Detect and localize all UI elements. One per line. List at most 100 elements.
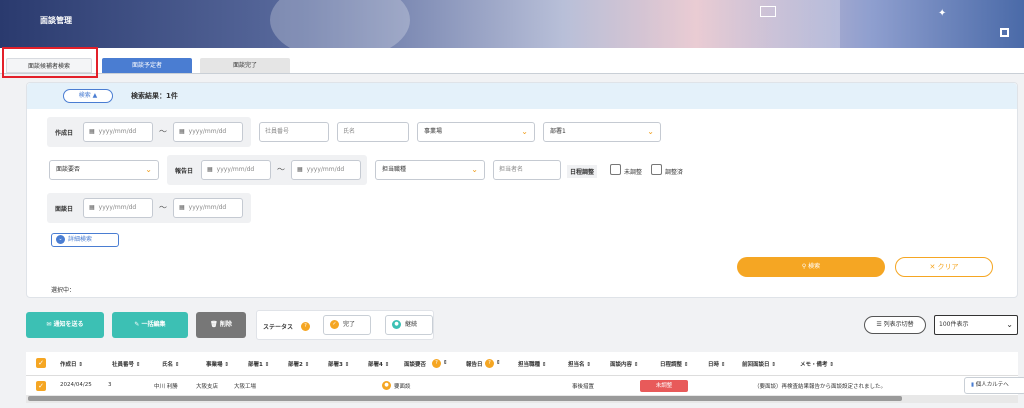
range-separator: 〜: [159, 127, 167, 136]
col-office[interactable]: 事業場 ⇕: [206, 360, 229, 368]
chevron-down-circle-icon: ⌄: [56, 235, 65, 244]
column-toggle-button[interactable]: ☰ 列表示切替: [864, 316, 926, 334]
continue-button[interactable]: ● 継続: [385, 315, 433, 335]
highlight-box: [2, 47, 98, 78]
col-need-sort[interactable]: ⇕: [443, 360, 448, 366]
edit-icon: ✎: [134, 321, 142, 328]
interview-need-select[interactable]: 面談要否 ⌄: [49, 160, 159, 180]
staff-name-input[interactable]: 担当者名: [493, 160, 561, 180]
gear-icon: ✦: [938, 8, 947, 19]
job-type-select[interactable]: 担当職種 ⌄: [375, 160, 485, 180]
schedule-label: 日程調整: [567, 165, 598, 178]
created-date-group: 作成日 ▦ yyyy/mm/dd 〜 ▦ yyyy/mm/dd: [47, 117, 251, 147]
status-group: ステータス ? ✓ 完了 ● 継続: [256, 310, 434, 340]
window-icon: [1000, 28, 1009, 37]
page-title: 面談管理: [40, 16, 72, 25]
app-header: 面談管理 ✦: [0, 0, 1024, 48]
tab-bar: 面談候補者検索 面談予定者 面談完了: [0, 48, 1024, 74]
col-created[interactable]: 作成日 ⇕: [60, 360, 83, 368]
horizontal-scrollbar-thumb[interactable]: [28, 396, 902, 401]
status-label: ステータス: [263, 324, 294, 331]
chevron-down-icon: ⌄: [145, 165, 152, 174]
search-button[interactable]: ⚲ 検索: [737, 257, 885, 277]
help-icon: ?: [485, 359, 494, 368]
calendar-icon: ▦: [179, 128, 185, 135]
search-panel-header: 検索 ▲ 検索結果：1件: [27, 83, 1017, 109]
col-report-sort[interactable]: ⇕: [496, 360, 501, 366]
cell-staff: 事後措置: [572, 384, 595, 390]
report-date-to[interactable]: ▦ yyyy/mm/dd: [291, 160, 361, 180]
unadjusted-label: 未調整: [624, 169, 643, 176]
cell-dept1: 大阪工場: [234, 384, 257, 390]
chevron-down-icon: ⌄: [1006, 320, 1013, 329]
interview-date-group: 面談日 ▦ yyyy/mm/dd 〜 ▦ yyyy/mm/dd: [47, 193, 251, 223]
calendar-icon: ▦: [89, 128, 95, 135]
page-size-select[interactable]: 100件表示 ⌄: [934, 315, 1018, 335]
calendar-icon: ▦: [297, 166, 303, 173]
trash-icon: 🗑: [210, 321, 220, 328]
created-date-to[interactable]: ▦ yyyy/mm/dd: [173, 122, 243, 142]
col-job-type[interactable]: 担当職種 ⇕: [518, 360, 547, 368]
chevron-down-icon: ⌄: [471, 165, 478, 174]
name-input[interactable]: 氏名: [337, 122, 409, 142]
table-header: ✓ 作成日 ⇕ 社員番号 ⇕ 氏名 ⇕ 事業場 ⇕ 部署1 ⇕ 部署2 ⇕ 部署…: [26, 352, 1018, 376]
cell-need: 要面談: [394, 384, 411, 390]
range-separator: 〜: [159, 203, 167, 212]
created-date-from[interactable]: ▦ yyyy/mm/dd: [83, 122, 153, 142]
header-decoration: [270, 0, 410, 48]
search-toggle-button[interactable]: 検索 ▲: [63, 89, 113, 103]
adjusted-checkbox[interactable]: [651, 164, 662, 175]
col-schedule[interactable]: 日程調整 ⇕: [660, 360, 689, 368]
col-name[interactable]: 氏名 ⇕: [162, 360, 180, 368]
bulk-edit-button[interactable]: ✎ 一括編集: [112, 312, 188, 338]
tab-completed[interactable]: 面談完了: [200, 58, 290, 73]
calendar-icon: ▦: [207, 166, 213, 173]
mail-icon: ✉: [46, 321, 54, 328]
range-separator: 〜: [277, 165, 285, 174]
report-date-from[interactable]: ▦ yyyy/mm/dd: [201, 160, 271, 180]
schedule-filter: 日程調整 未調整 調整済: [567, 161, 687, 179]
interview-date-from[interactable]: ▦ yyyy/mm/dd: [83, 198, 153, 218]
col-report-date[interactable]: 報告日: [466, 360, 483, 368]
col-staff[interactable]: 担当名 ⇕: [568, 360, 591, 368]
col-dept1[interactable]: 部署1 ⇕: [248, 360, 269, 368]
table-row[interactable]: ✓ 2024/04/25 3 中川 利勝 大阪支店 大阪工場 ● 要面談 事後措…: [26, 376, 1024, 396]
calendar-icon: ▦: [179, 204, 185, 211]
mail-icon: [760, 6, 776, 17]
continue-icon: ●: [392, 320, 401, 329]
list-icon: ☰: [876, 321, 884, 328]
calendar-icon: ▦: [89, 204, 95, 211]
col-content[interactable]: 面談内容 ⇕: [610, 360, 639, 368]
office-select[interactable]: 事業場 ⌄: [417, 122, 535, 142]
check-icon: ✓: [330, 320, 339, 329]
personal-chart-button[interactable]: ▮ 個人カルテへ: [964, 377, 1024, 394]
complete-button[interactable]: ✓ 完了: [323, 315, 371, 335]
selection-status: 選択中：: [51, 287, 76, 294]
col-dept4[interactable]: 部署4 ⇕: [368, 360, 389, 368]
adjusted-label: 調整済: [665, 169, 684, 176]
col-memo[interactable]: メモ・備考 ⇕: [800, 360, 834, 368]
col-dept3[interactable]: 部署3 ⇕: [328, 360, 349, 368]
close-icon: ✕: [929, 263, 938, 271]
col-need[interactable]: 面談要否: [404, 360, 426, 368]
advanced-search-button[interactable]: ⌄ 詳細検索: [51, 233, 119, 247]
header-decoration: [640, 0, 840, 48]
unadjusted-checkbox[interactable]: [610, 164, 621, 175]
delete-button[interactable]: 🗑 削除: [196, 312, 246, 338]
report-date-group: 報告日 ▦ yyyy/mm/dd 〜 ▦ yyyy/mm/dd: [167, 155, 367, 185]
col-employee-no[interactable]: 社員番号 ⇕: [112, 360, 141, 368]
col-last-interview[interactable]: 前回面談日 ⇕: [742, 360, 776, 368]
col-datetime[interactable]: 日時 ⇕: [708, 360, 726, 368]
help-icon: ?: [432, 359, 441, 368]
notify-button[interactable]: ✉ 通知を送る: [26, 312, 104, 338]
dept1-select[interactable]: 部署1 ⌄: [543, 122, 661, 142]
clear-button[interactable]: ✕ クリア: [895, 257, 993, 277]
row-checkbox[interactable]: ✓: [36, 381, 46, 391]
interview-date-to[interactable]: ▦ yyyy/mm/dd: [173, 198, 243, 218]
select-all-checkbox[interactable]: ✓: [36, 358, 46, 368]
employee-no-input[interactable]: 社員番号: [259, 122, 329, 142]
results-count: 検索結果：1件: [131, 92, 178, 100]
chevron-up-icon: ▲: [92, 92, 98, 99]
col-dept2[interactable]: 部署2 ⇕: [288, 360, 309, 368]
tab-scheduled[interactable]: 面談予定者: [102, 58, 192, 73]
